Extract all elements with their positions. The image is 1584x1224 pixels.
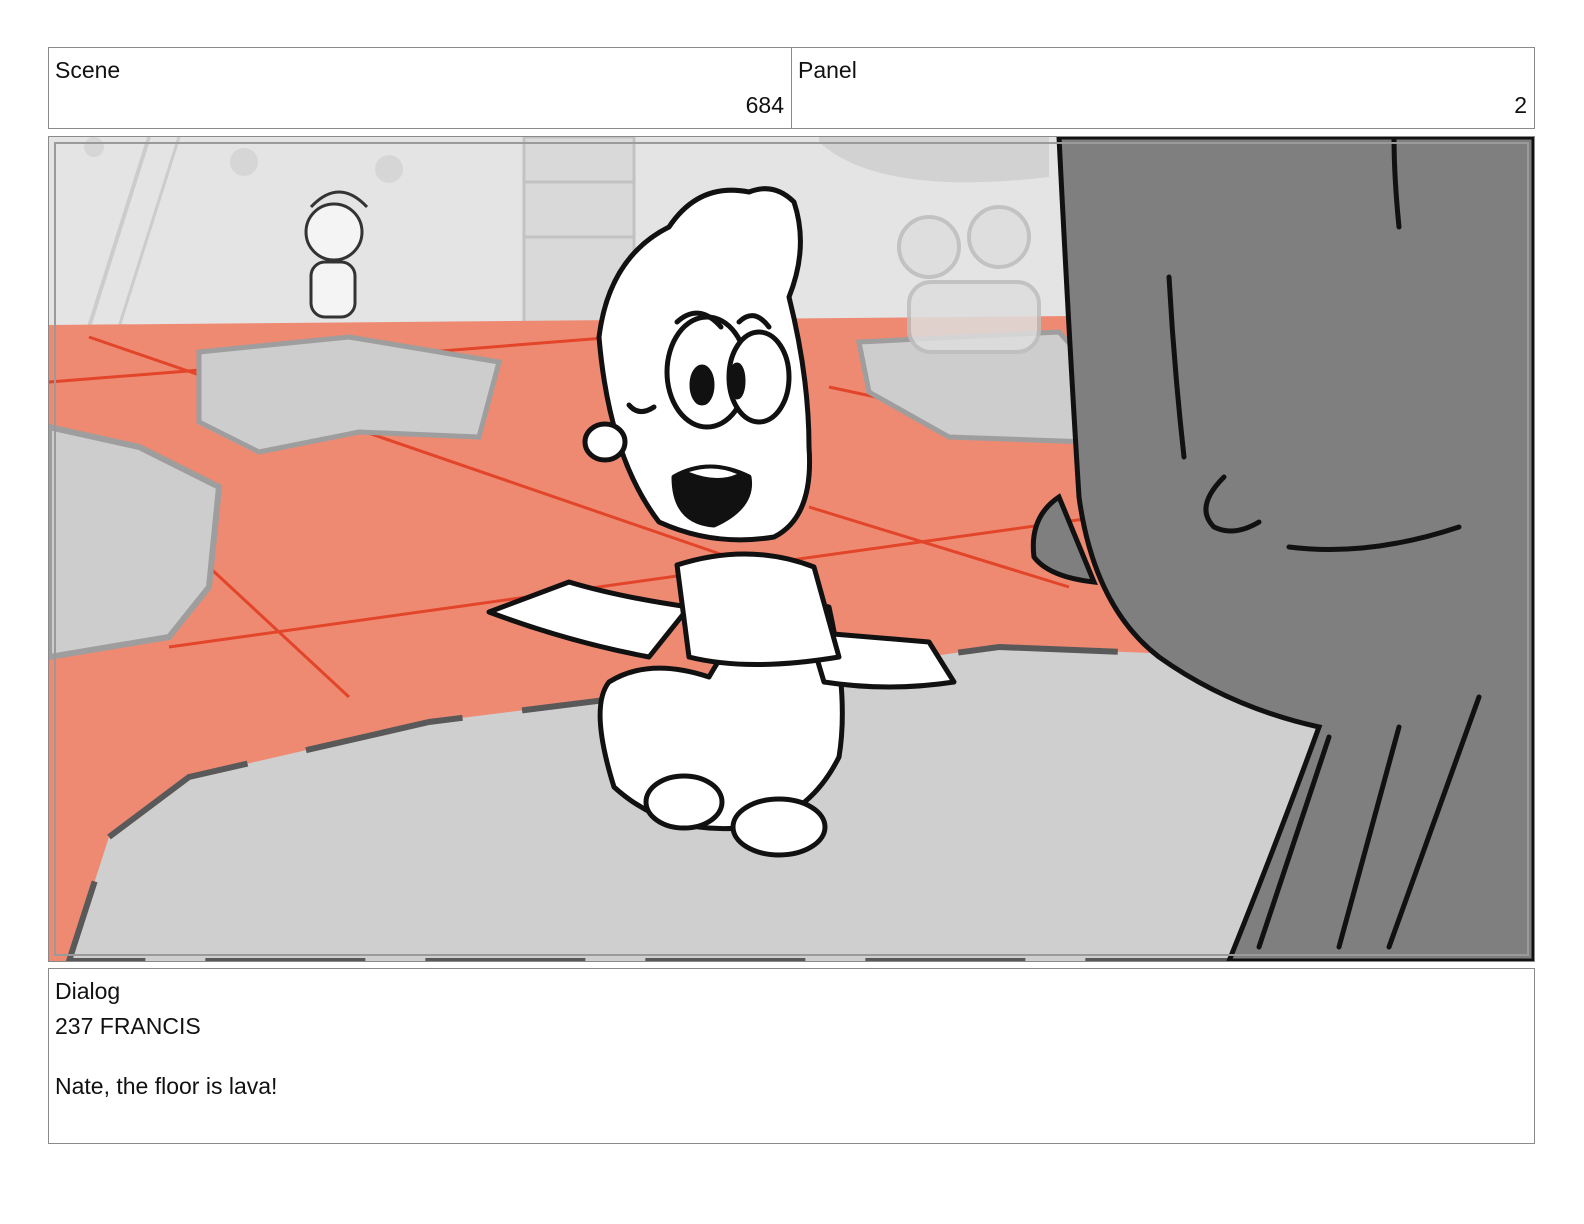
panel-label: Panel [798,57,857,83]
scene-label: Scene [55,57,121,83]
scene-number: 684 [745,92,784,118]
panel-number: 2 [1514,92,1527,118]
dialog-line: Nate, the floor is lava! [55,1073,278,1099]
storyboard-frame [48,136,1535,962]
panel-cell: Panel 2 [791,48,1534,128]
panel-header: Scene 684 Panel 2 [48,47,1535,129]
storyboard-drawing [49,137,1534,961]
dialog-box: Dialog 237 FRANCIS Nate, the floor is la… [48,968,1535,1144]
left-platform [196,334,503,455]
dialog-label: Dialog [55,978,121,1004]
dialog-speaker: 237 FRANCIS [55,1013,201,1039]
scene-cell: Scene 684 [49,48,791,128]
